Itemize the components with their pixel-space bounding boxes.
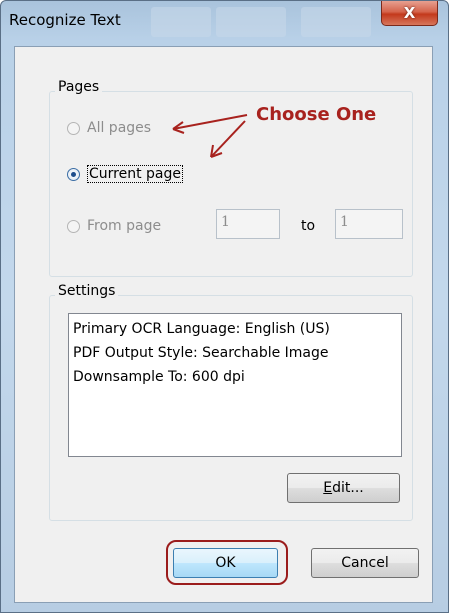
cancel-label: Cancel [341, 555, 389, 571]
arrow-to-current-page [210, 120, 246, 158]
close-icon: X [403, 4, 416, 22]
settings-line: PDF Output Style: Searchable Image [73, 345, 329, 361]
annotation-arrows [172, 114, 248, 158]
settings-line: Primary OCR Language: English (US) [73, 321, 330, 337]
edit-label: dit... [332, 480, 364, 496]
settings-line: Downsample To: 600 dpi [73, 369, 245, 385]
arrow-to-all-pages [172, 114, 248, 130]
title-bar[interactable]: Recognize Text X [1, 1, 448, 47]
window-title: Recognize Text [9, 11, 121, 29]
close-button[interactable]: X [381, 1, 438, 26]
background-blur [151, 7, 211, 37]
edit-button[interactable]: Edit... [287, 473, 400, 503]
ok-highlight-annotation [166, 540, 288, 585]
settings-summary-box[interactable]: Primary OCR Language: English (US) PDF O… [68, 313, 402, 457]
background-blur [301, 7, 371, 37]
dialog-client-area: Pages All pages Current page From page 1… [14, 46, 433, 603]
cancel-button[interactable]: Cancel [311, 548, 419, 578]
settings-group-label: Settings [55, 283, 119, 299]
edit-mnemonic: E [323, 480, 333, 496]
background-blur [216, 7, 286, 37]
